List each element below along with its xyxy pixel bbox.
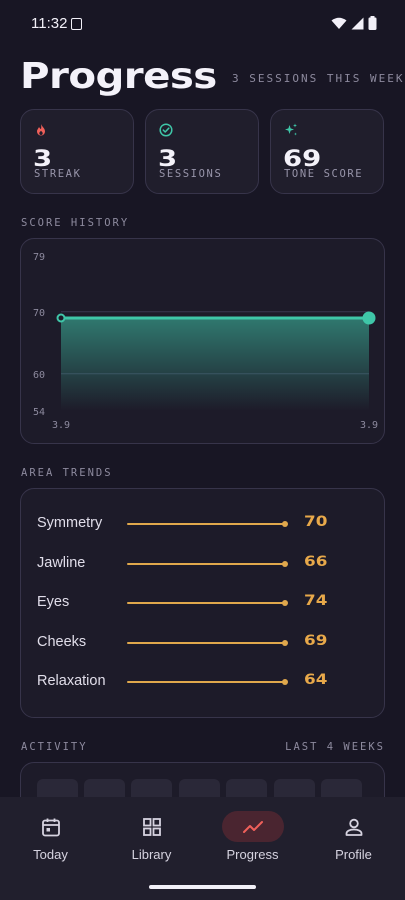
trend-row: Relaxation 64: [21, 670, 386, 694]
area-trends-card: Symmetry 70 Jawline 66 Eyes 74 Cheeks 69 Relaxat…: [20, 488, 385, 718]
trend-bar-dot: [282, 600, 288, 606]
home-indicator: [149, 885, 256, 889]
sessions-label: SESSIONS: [159, 168, 223, 180]
trend-row: Eyes 74: [21, 591, 386, 615]
sessions-card: 3 SESSIONS: [145, 109, 259, 194]
score-chart-svg: 79 70 60 54 3.9 3.9: [33, 252, 378, 431]
trend-value: 69: [304, 632, 328, 649]
trend-row: Jawline 66: [21, 552, 386, 576]
trend-value: 74: [304, 593, 328, 609]
trend-bar-dot: [282, 521, 288, 527]
x-tick-label: 3.9: [360, 420, 378, 431]
sparkle-icon: [285, 123, 297, 136]
tone-score-label: TONE SCORE: [284, 168, 364, 180]
area-trends-label: AREA TRENDS: [21, 467, 113, 479]
trend-value: 70: [304, 514, 328, 530]
battery-icon: [368, 16, 377, 30]
page-title: Progress: [20, 56, 217, 97]
y-tick-label: 60: [33, 370, 45, 381]
trend-bar-fill: [127, 562, 285, 565]
trend-label: Eyes: [37, 594, 70, 610]
nav-progress-label: Progress: [226, 847, 279, 862]
trend-icon: [242, 821, 263, 833]
score-area: [61, 318, 369, 411]
wifi-icon: [331, 17, 347, 29]
trend-label: Jawline: [37, 554, 86, 571]
status-bar: 11:32: [0, 0, 405, 48]
nav-progress[interactable]: Progress: [202, 797, 303, 877]
grid-icon: [142, 818, 161, 836]
nav-icon-container: [121, 811, 183, 842]
nav-icon-container: [323, 811, 385, 842]
activity-label: ACTIVITY: [21, 741, 88, 753]
nav-icon-container: [20, 811, 82, 842]
trend-value: 64: [304, 672, 328, 688]
calendar-icon: [41, 818, 60, 837]
trend-bar-dot: [282, 679, 288, 685]
trend-row: Cheeks 69: [21, 631, 386, 655]
trend-bar-dot: [282, 560, 288, 567]
trend-bar: [127, 521, 288, 527]
nav-today[interactable]: Today: [0, 797, 101, 877]
trend-bar-fill: [127, 681, 285, 683]
check-circle-icon: [159, 123, 173, 137]
score-history-label: SCORE HISTORY: [21, 217, 130, 229]
trend-row: Symmetry 70: [21, 512, 386, 536]
trend-bar: [127, 600, 288, 606]
nav-profile-label: Profile: [335, 847, 372, 862]
flame-icon: [37, 124, 45, 136]
trend-bar-fill: [127, 641, 285, 644]
nav-library[interactable]: Library: [101, 797, 202, 877]
trend-bar-dot: [282, 639, 288, 646]
score-point: [56, 313, 66, 323]
trend-label: Relaxation: [37, 673, 106, 689]
notification-icon: [71, 18, 82, 30]
trend-label: Cheeks: [37, 633, 87, 650]
trend-bar: [127, 639, 288, 646]
y-tick-label: 79: [33, 252, 45, 263]
trend-bar-fill: [127, 523, 285, 525]
trend-label: Symmetry: [37, 515, 103, 531]
page-subtitle: 3 SESSIONS THIS WEEK: [232, 72, 405, 85]
person-icon: [345, 818, 362, 836]
nav-today-label: Today: [33, 847, 68, 862]
trend-bar-fill: [127, 602, 285, 604]
signal-icon: [351, 17, 364, 29]
trend-bar: [127, 679, 288, 685]
trend-bar: [127, 560, 288, 567]
nav-library-label: Library: [131, 847, 172, 862]
tone-score-card: 69 TONE SCORE: [270, 109, 384, 194]
nav-profile[interactable]: Profile: [303, 797, 404, 877]
activity-range: LAST 4 WEEKS: [285, 741, 385, 753]
status-icons: [331, 16, 377, 30]
streak-card: 3 STREAK: [20, 109, 134, 194]
x-tick-label: 3.9: [52, 420, 70, 431]
status-time: 11:32: [31, 15, 68, 32]
y-tick-label: 54: [33, 407, 45, 418]
streak-label: STREAK: [34, 168, 82, 180]
trend-value: 66: [304, 553, 328, 570]
y-tick-label: 70: [33, 308, 45, 319]
nav-icon-container: [221, 811, 284, 842]
score-history-chart: 79 70 60 54 3.9 3.9: [20, 238, 385, 444]
score-point: [362, 311, 376, 325]
